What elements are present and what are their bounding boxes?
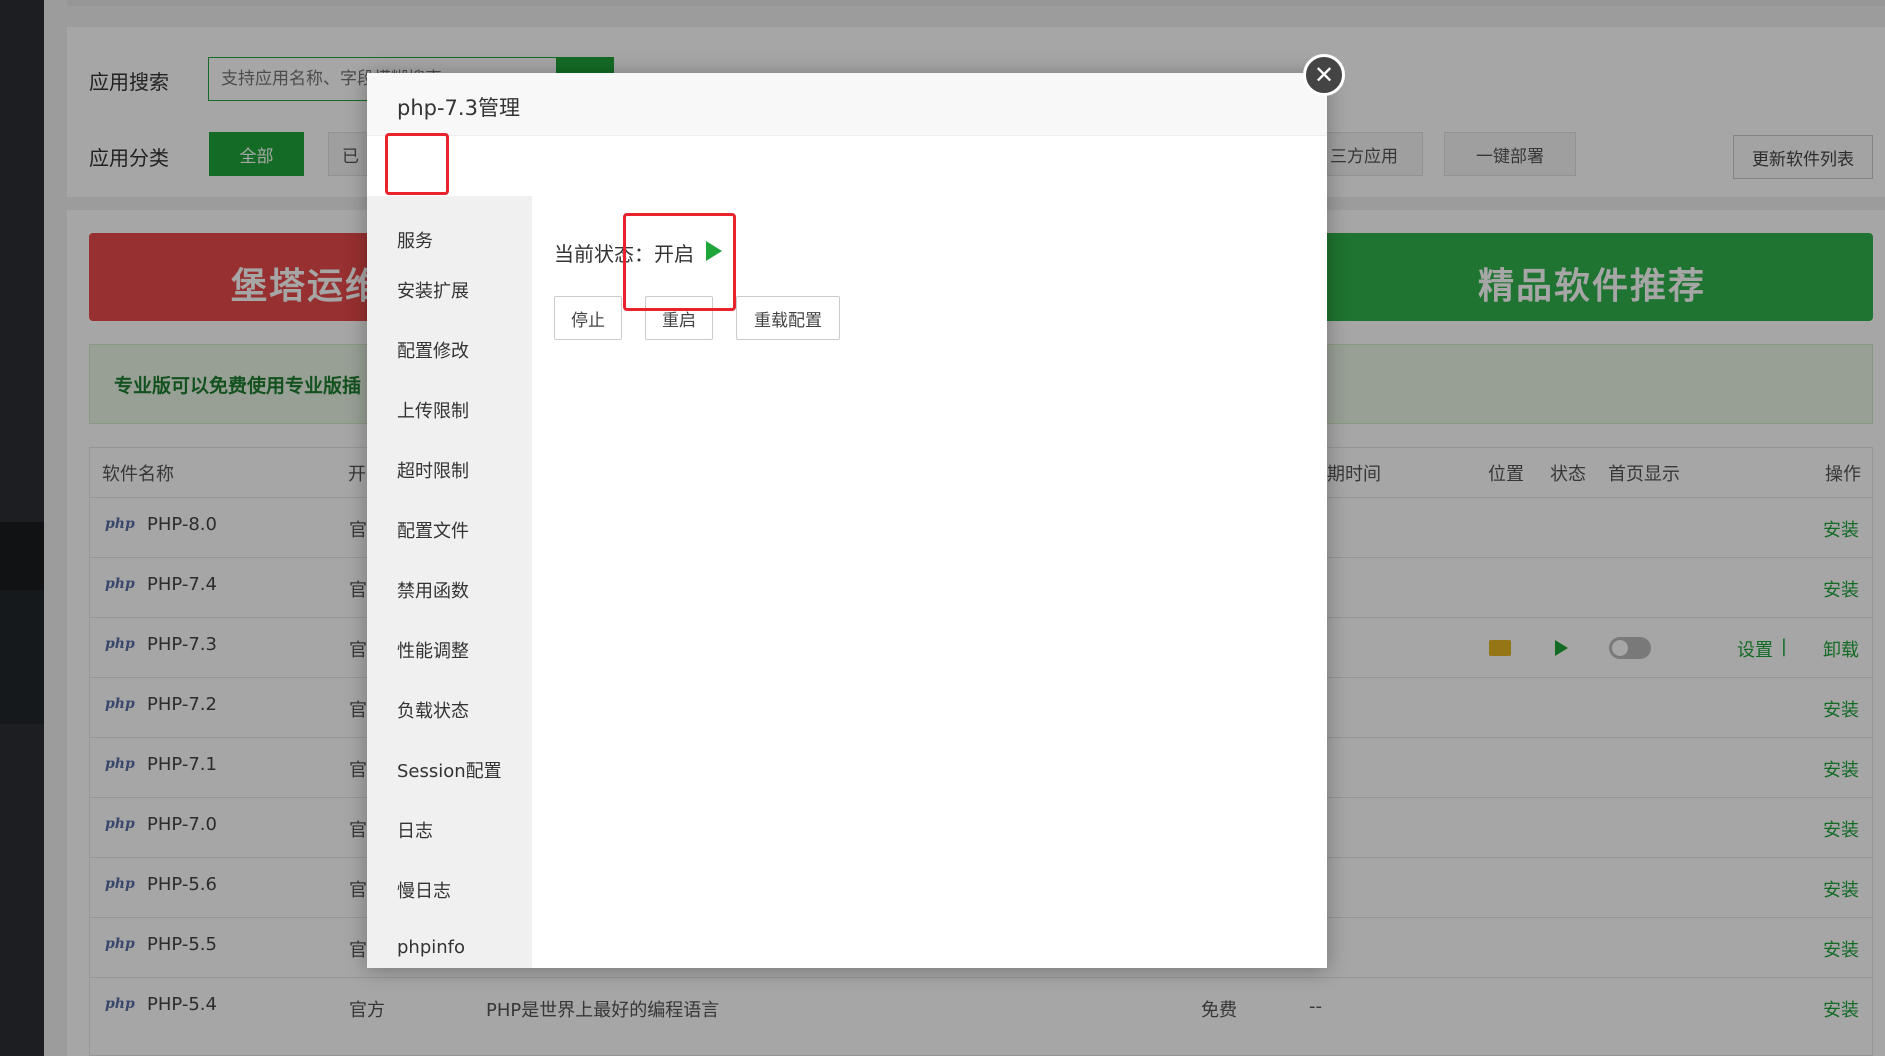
nav-item-session-config[interactable]: Session配置 bbox=[397, 757, 502, 783]
nav-item-config-edit[interactable]: 配置修改 bbox=[397, 337, 469, 363]
modal-nav: 服务 安装扩展 配置修改 上传限制 超时限制 配置文件 禁用函数 性能调整 负载… bbox=[367, 136, 532, 968]
nav-item-log[interactable]: 日志 bbox=[397, 817, 433, 843]
modal-header: php-7.3管理 bbox=[367, 73, 1327, 136]
stop-button[interactable]: 停止 bbox=[554, 296, 622, 340]
nav-item-slow-log[interactable]: 慢日志 bbox=[397, 877, 451, 903]
nav-item-upload-limit[interactable]: 上传限制 bbox=[397, 397, 469, 423]
nav-item-config-file[interactable]: 配置文件 bbox=[397, 517, 469, 543]
nav-item-performance[interactable]: 性能调整 bbox=[397, 637, 469, 663]
highlight-box-restart bbox=[623, 213, 736, 311]
nav-item-phpinfo[interactable]: phpinfo bbox=[397, 937, 465, 958]
nav-item-load-status[interactable]: 负载状态 bbox=[397, 697, 469, 723]
php-manage-modal: php-7.3管理 服务 安装扩展 配置修改 上传限制 超时限制 配置文件 禁用… bbox=[367, 73, 1327, 968]
highlight-box-service bbox=[385, 133, 449, 195]
reload-config-button[interactable]: 重载配置 bbox=[736, 296, 840, 340]
nav-item-timeout-limit[interactable]: 超时限制 bbox=[397, 457, 469, 483]
nav-item-install-extension[interactable]: 安装扩展 bbox=[397, 277, 469, 303]
modal-title: php-7.3管理 bbox=[397, 96, 520, 120]
close-icon[interactable]: ✕ bbox=[1303, 54, 1345, 96]
nav-item-disabled-functions[interactable]: 禁用函数 bbox=[397, 577, 469, 603]
nav-item-service[interactable]: 服务 bbox=[397, 227, 433, 253]
